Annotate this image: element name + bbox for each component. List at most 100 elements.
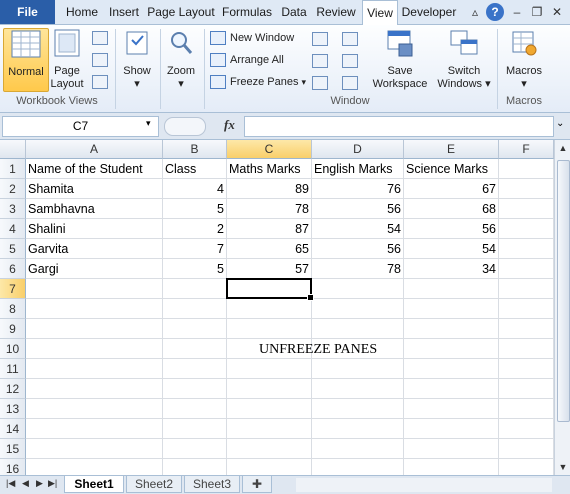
- cell-f11[interactable]: [499, 359, 554, 379]
- cell-b10[interactable]: [163, 339, 227, 359]
- cell-d7[interactable]: [312, 279, 404, 299]
- scroll-up-icon[interactable]: ▲: [555, 140, 570, 156]
- cell-e1[interactable]: Science Marks: [404, 159, 499, 179]
- cell-e5[interactable]: 54: [404, 239, 499, 259]
- save-workspace-button[interactable]: Save Workspace: [368, 28, 432, 92]
- cell-b4[interactable]: 2: [163, 219, 227, 239]
- cell-a4[interactable]: Shalini: [26, 219, 163, 239]
- cell-d4[interactable]: 54: [312, 219, 404, 239]
- row-header-12[interactable]: 12: [0, 379, 26, 399]
- cell-a10[interactable]: [26, 339, 163, 359]
- cell-d11[interactable]: [312, 359, 404, 379]
- cell-b5[interactable]: 7: [163, 239, 227, 259]
- name-box-dropdown-icon[interactable]: ▾: [146, 118, 151, 129]
- help-icon[interactable]: ?: [486, 3, 504, 21]
- cell-e10[interactable]: [404, 339, 499, 359]
- tab-view[interactable]: View: [362, 0, 398, 26]
- insert-sheet-icon[interactable]: ✚: [242, 476, 272, 493]
- cell-c3[interactable]: 78: [227, 199, 312, 219]
- cell-e14[interactable]: [404, 419, 499, 439]
- sheet-tab-1[interactable]: Sheet1: [64, 476, 124, 493]
- cell-f5[interactable]: [499, 239, 554, 259]
- row-header-14[interactable]: 14: [0, 419, 26, 439]
- row-header-11[interactable]: 11: [0, 359, 26, 379]
- cell-c14[interactable]: [227, 419, 312, 439]
- cell-d9[interactable]: [312, 319, 404, 339]
- horizontal-scrollbar[interactable]: [296, 478, 552, 492]
- cell-f13[interactable]: [499, 399, 554, 419]
- cell-b9[interactable]: [163, 319, 227, 339]
- unhide-icon[interactable]: [312, 76, 328, 90]
- page-break-preview-icon[interactable]: [92, 31, 108, 45]
- cell-b15[interactable]: [163, 439, 227, 459]
- row-header-8[interactable]: 8: [0, 299, 26, 319]
- cell-c12[interactable]: [227, 379, 312, 399]
- sheet-tab-2[interactable]: Sheet2: [126, 476, 182, 493]
- tab-review[interactable]: Review: [312, 0, 360, 24]
- cell-c5[interactable]: 65: [227, 239, 312, 259]
- cell-e12[interactable]: [404, 379, 499, 399]
- next-sheet-icon[interactable]: ▶: [36, 478, 43, 489]
- first-sheet-icon[interactable]: |◀: [6, 478, 15, 489]
- cell-f15[interactable]: [499, 439, 554, 459]
- cell-e8[interactable]: [404, 299, 499, 319]
- select-all-corner[interactable]: [0, 140, 26, 159]
- tab-page-layout[interactable]: Page Layout: [145, 0, 217, 24]
- tab-home[interactable]: Home: [61, 0, 103, 24]
- cell-a6[interactable]: Gargi: [26, 259, 163, 279]
- cell-c9[interactable]: [227, 319, 312, 339]
- close-icon[interactable]: ✕: [548, 3, 566, 21]
- cell-d15[interactable]: [312, 439, 404, 459]
- cell-b11[interactable]: [163, 359, 227, 379]
- cell-e7[interactable]: [404, 279, 499, 299]
- row-header-7[interactable]: 7: [0, 279, 26, 299]
- cell-f4[interactable]: [499, 219, 554, 239]
- cell-c6[interactable]: 57: [227, 259, 312, 279]
- cell-b13[interactable]: [163, 399, 227, 419]
- cell-d1[interactable]: English Marks: [312, 159, 404, 179]
- cell-f12[interactable]: [499, 379, 554, 399]
- row-header-2[interactable]: 2: [0, 179, 26, 199]
- column-header-b[interactable]: B: [163, 140, 227, 159]
- synchronous-scrolling-icon[interactable]: [342, 54, 358, 68]
- switch-windows-button[interactable]: Switch Windows ▾: [434, 28, 494, 92]
- reset-window-position-icon[interactable]: [342, 76, 358, 90]
- scroll-down-icon[interactable]: ▼: [555, 459, 570, 475]
- zoom-button[interactable]: Zoom ▾: [162, 28, 200, 90]
- tab-developer[interactable]: Developer: [398, 0, 460, 24]
- view-side-by-side-icon[interactable]: [342, 32, 358, 46]
- restore-icon[interactable]: ❐: [528, 3, 546, 21]
- tab-insert[interactable]: Insert: [104, 0, 144, 24]
- cell-e9[interactable]: [404, 319, 499, 339]
- cell-c4[interactable]: 87: [227, 219, 312, 239]
- cell-e11[interactable]: [404, 359, 499, 379]
- cell-c8[interactable]: [227, 299, 312, 319]
- formula-bar-expand-handle[interactable]: [164, 117, 206, 136]
- column-header-e[interactable]: E: [404, 140, 499, 159]
- minimize-icon[interactable]: –: [508, 3, 526, 21]
- cell-b8[interactable]: [163, 299, 227, 319]
- normal-view-button[interactable]: Normal: [3, 28, 49, 92]
- prev-sheet-icon[interactable]: ◀: [22, 478, 29, 489]
- cell-e4[interactable]: 56: [404, 219, 499, 239]
- freeze-panes-button[interactable]: Freeze Panes ▾: [210, 73, 306, 91]
- cell-c13[interactable]: [227, 399, 312, 419]
- cell-f7[interactable]: [499, 279, 554, 299]
- cell-a2[interactable]: Shamita: [26, 179, 163, 199]
- row-header-3[interactable]: 3: [0, 199, 26, 219]
- cell-e13[interactable]: [404, 399, 499, 419]
- row-header-4[interactable]: 4: [0, 219, 26, 239]
- hide-icon[interactable]: [312, 54, 328, 68]
- row-header-1[interactable]: 1: [0, 159, 26, 179]
- cell-a15[interactable]: [26, 439, 163, 459]
- cell-b7[interactable]: [163, 279, 227, 299]
- cell-d14[interactable]: [312, 419, 404, 439]
- cell-f2[interactable]: [499, 179, 554, 199]
- row-header-10[interactable]: 10: [0, 339, 26, 359]
- cell-b12[interactable]: [163, 379, 227, 399]
- cell-d13[interactable]: [312, 399, 404, 419]
- name-box[interactable]: C7: [2, 116, 159, 137]
- cell-a1[interactable]: Name of the Student: [26, 159, 163, 179]
- cell-d8[interactable]: [312, 299, 404, 319]
- page-layout-view-button[interactable]: Page Layout: [48, 28, 86, 90]
